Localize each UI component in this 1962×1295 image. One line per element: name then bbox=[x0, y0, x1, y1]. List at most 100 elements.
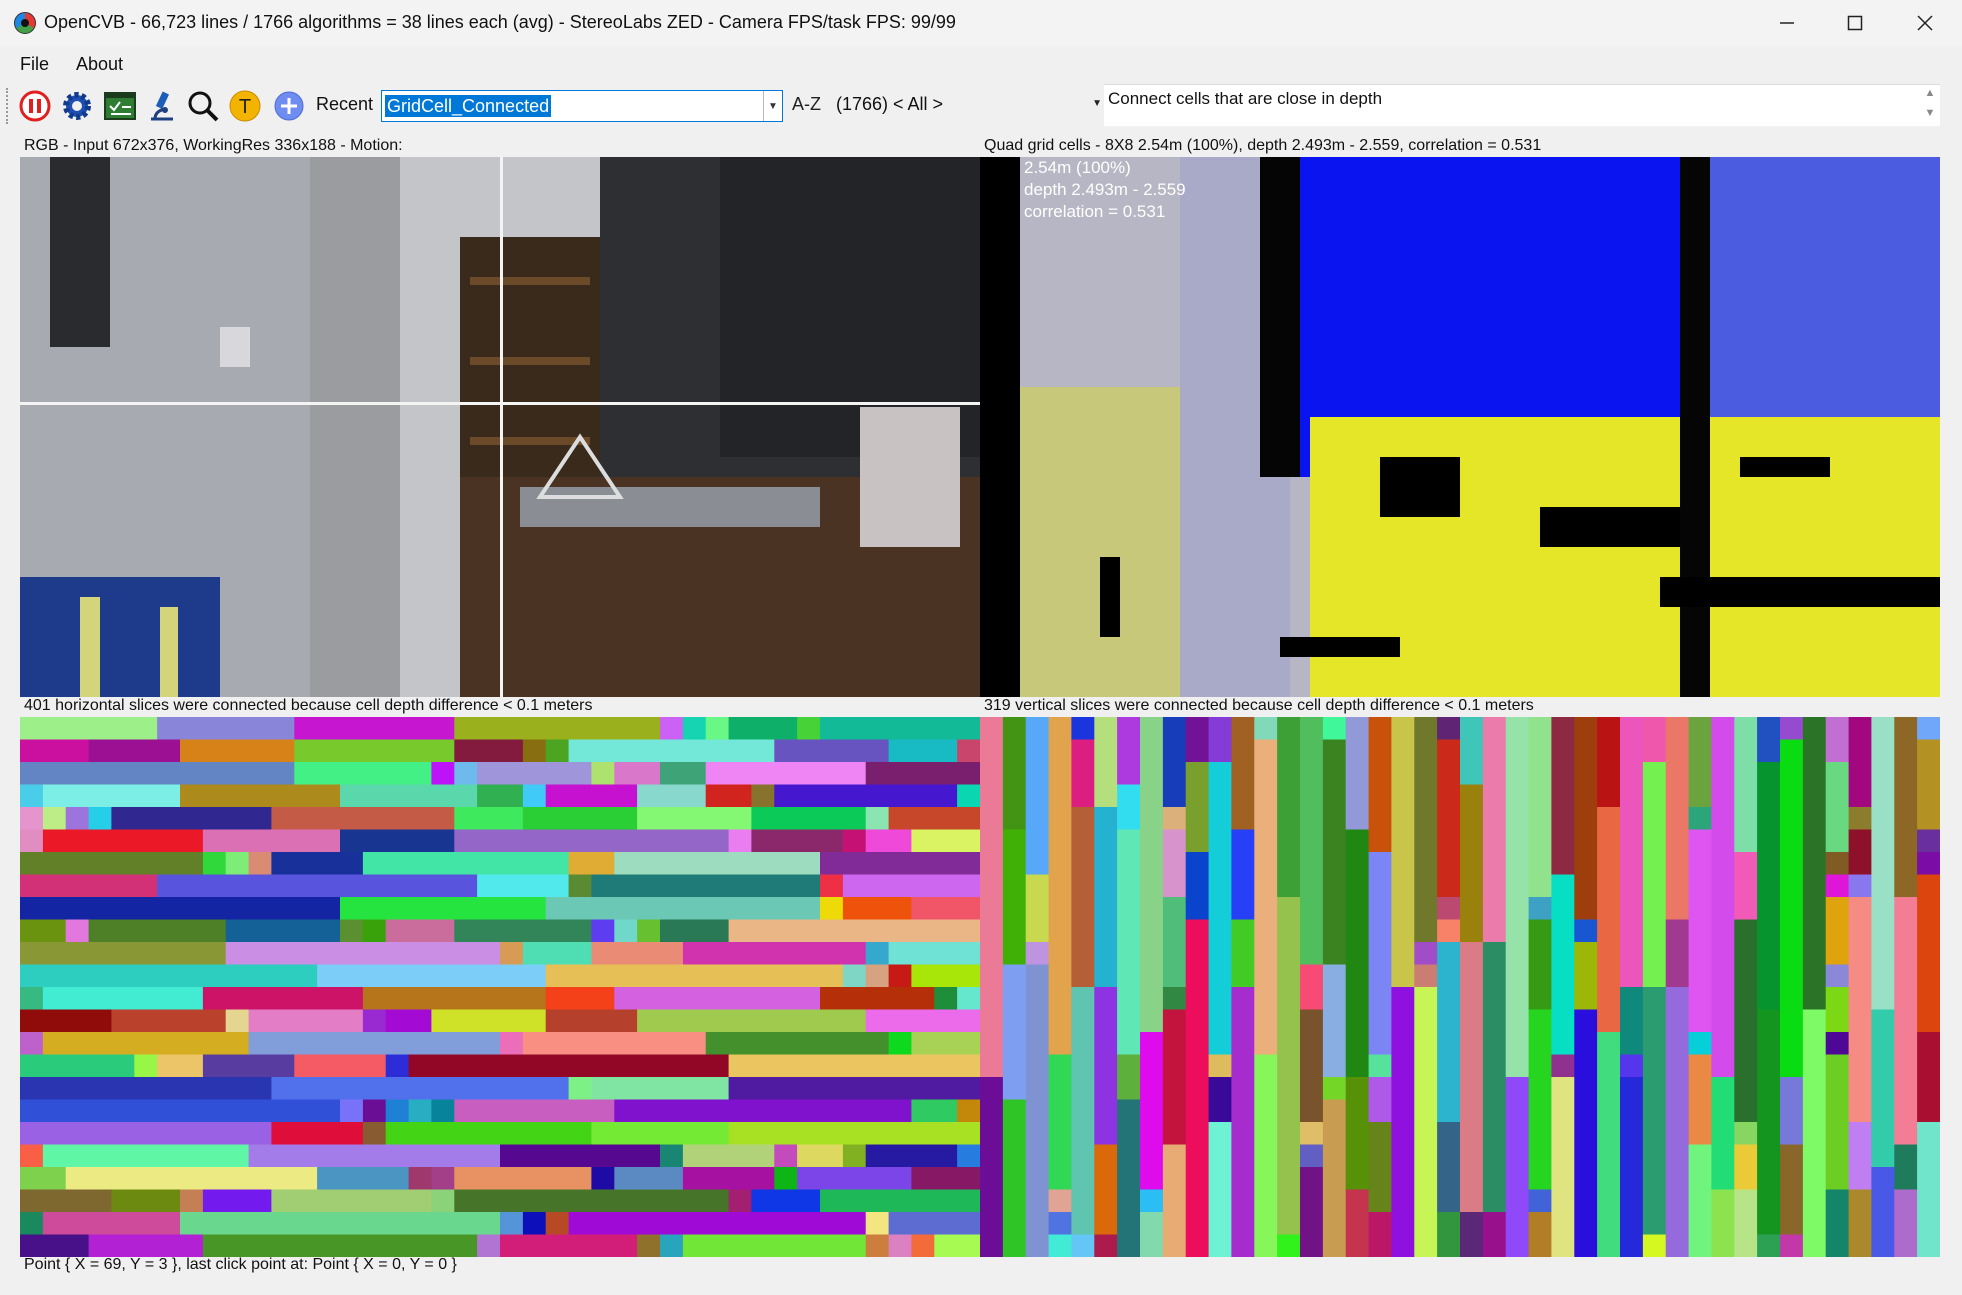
recent-button[interactable]: Recent bbox=[316, 94, 373, 115]
vertical-slice bbox=[1825, 1032, 1850, 1055]
horizontal-slice bbox=[614, 852, 821, 875]
az-sort-button[interactable]: A-Z bbox=[792, 94, 821, 115]
add-plus-icon bbox=[274, 91, 304, 121]
toolbar-grip[interactable] bbox=[6, 88, 12, 124]
magnifier-button[interactable] bbox=[186, 89, 220, 123]
vertical-slice bbox=[1528, 897, 1552, 920]
horizontal-slice bbox=[42, 1212, 181, 1235]
horizontal-slice bbox=[522, 942, 592, 965]
horizontal-slice bbox=[20, 874, 158, 898]
vertical-slice bbox=[1437, 919, 1461, 943]
settings-button[interactable] bbox=[60, 89, 94, 123]
group-value[interactable]: (1766) < All > bbox=[836, 94, 943, 115]
horizontal-slice bbox=[705, 784, 752, 808]
microscope-button[interactable] bbox=[145, 89, 179, 123]
horizontal-slice bbox=[202, 987, 364, 1010]
vertical-slice bbox=[1322, 739, 1347, 965]
add-button[interactable] bbox=[272, 89, 306, 123]
vertical-slice bbox=[1185, 717, 1210, 763]
horizontal-slice bbox=[431, 1189, 455, 1213]
vertical-slice bbox=[1437, 897, 1461, 920]
status-text: Point { X = 69, Y = 3 }, last click poin… bbox=[24, 1256, 457, 1273]
horizontal-slice bbox=[797, 1167, 912, 1190]
vertical-slice bbox=[1414, 942, 1438, 965]
vertical-slice bbox=[1094, 987, 1118, 1145]
horizontal-slice bbox=[522, 1212, 547, 1235]
horizontal-slice bbox=[888, 942, 980, 965]
horizontal-slice bbox=[431, 1167, 455, 1190]
horizontal-slice bbox=[568, 874, 592, 898]
horizontal-slice bbox=[545, 739, 570, 763]
horizontal-slice bbox=[842, 1144, 867, 1168]
test-all-button[interactable] bbox=[103, 89, 137, 123]
scroll-up-icon[interactable]: ▲ bbox=[1922, 87, 1938, 99]
maximize-button[interactable] bbox=[1820, 0, 1890, 46]
vertical-slice bbox=[1825, 897, 1850, 965]
vertical-slice bbox=[1482, 942, 1507, 1213]
horizontal-slice bbox=[20, 1077, 272, 1100]
horizontal-slice bbox=[20, 897, 341, 920]
horizontal-slices-panel[interactable] bbox=[20, 717, 980, 1257]
vertical-slice bbox=[1071, 739, 1095, 808]
horizontal-slice bbox=[431, 762, 455, 785]
horizontal-slice bbox=[728, 829, 752, 853]
menu-about[interactable]: About bbox=[76, 54, 123, 75]
rgb-image-panel[interactable] bbox=[20, 157, 980, 697]
vertical-slice bbox=[1117, 1054, 1141, 1100]
vertical-slice bbox=[1048, 1212, 1072, 1235]
horizontal-slice bbox=[751, 807, 867, 830]
title-bar: OpenCVB - 66,723 lines / 1766 algorithms… bbox=[0, 0, 1962, 46]
vertical-slice bbox=[1757, 1234, 1781, 1257]
horizontal-slice bbox=[20, 1189, 112, 1213]
horizontal-slice bbox=[522, 784, 547, 808]
horizontal-slice bbox=[682, 1234, 867, 1257]
vertical-slice bbox=[1300, 1009, 1324, 1123]
vertical-slice bbox=[1734, 1189, 1758, 1257]
vertical-slice bbox=[1117, 717, 1141, 785]
algorithm-value[interactable]: GridCell_Connected bbox=[385, 95, 552, 117]
depth-image-panel[interactable]: 2.54m (100%) depth 2.493m - 2.559 correl… bbox=[980, 157, 1940, 697]
vertical-slice bbox=[1871, 1009, 1895, 1168]
algorithm-group-select[interactable]: (1766) < All > ▼ bbox=[832, 90, 1102, 122]
horizontal-slice bbox=[248, 1144, 501, 1168]
vertical-slices-panel[interactable] bbox=[980, 717, 1940, 1257]
svg-text:T: T bbox=[239, 96, 251, 118]
chevron-down-icon[interactable]: ▼ bbox=[763, 91, 782, 121]
vertical-slice bbox=[1094, 807, 1118, 988]
horizontal-slice bbox=[42, 1144, 250, 1168]
maximize-icon bbox=[1847, 15, 1863, 31]
horizontal-slice bbox=[42, 987, 204, 1010]
vertical-slice bbox=[1300, 1144, 1324, 1168]
horizontal-slice bbox=[614, 1167, 684, 1190]
vertical-slice bbox=[1848, 1189, 1872, 1257]
horizontal-slice bbox=[294, 717, 455, 740]
vertical-slice bbox=[1848, 717, 1872, 808]
horizontal-slice bbox=[591, 919, 615, 943]
horizontal-slices-image bbox=[20, 717, 980, 1257]
horizontal-slice bbox=[362, 1122, 387, 1145]
vertical-slice bbox=[1848, 897, 1872, 1123]
menu-file[interactable]: File bbox=[20, 54, 49, 75]
translate-button[interactable]: T bbox=[228, 89, 262, 123]
pause-button[interactable] bbox=[18, 89, 52, 123]
vertical-slice bbox=[1734, 717, 1758, 853]
horizontal-slice bbox=[271, 1122, 364, 1145]
algorithm-select[interactable]: GridCell_Connected ▼ bbox=[381, 90, 783, 122]
minimize-button[interactable] bbox=[1752, 0, 1822, 46]
scroll-down-icon[interactable]: ▼ bbox=[1922, 107, 1938, 119]
vertical-slice bbox=[1140, 1032, 1164, 1190]
close-button[interactable] bbox=[1890, 0, 1960, 46]
horizontal-slice bbox=[248, 1009, 364, 1033]
vertical-slice bbox=[1345, 1189, 1370, 1257]
horizontal-slice bbox=[660, 717, 684, 740]
horizontal-slice bbox=[545, 784, 638, 808]
vertical-slice bbox=[1048, 1054, 1072, 1190]
horizontal-slice bbox=[477, 874, 569, 898]
horizontal-slice bbox=[820, 1189, 980, 1213]
vertical-slice bbox=[1460, 942, 1484, 1213]
horizontal-slice bbox=[88, 739, 181, 763]
chevron-down-icon[interactable]: ▼ bbox=[1092, 98, 1102, 109]
vertical-caption: 319 vertical slices were connected becau… bbox=[984, 697, 1534, 714]
horizontal-slice bbox=[728, 1189, 752, 1213]
vertical-slice bbox=[1071, 717, 1095, 740]
